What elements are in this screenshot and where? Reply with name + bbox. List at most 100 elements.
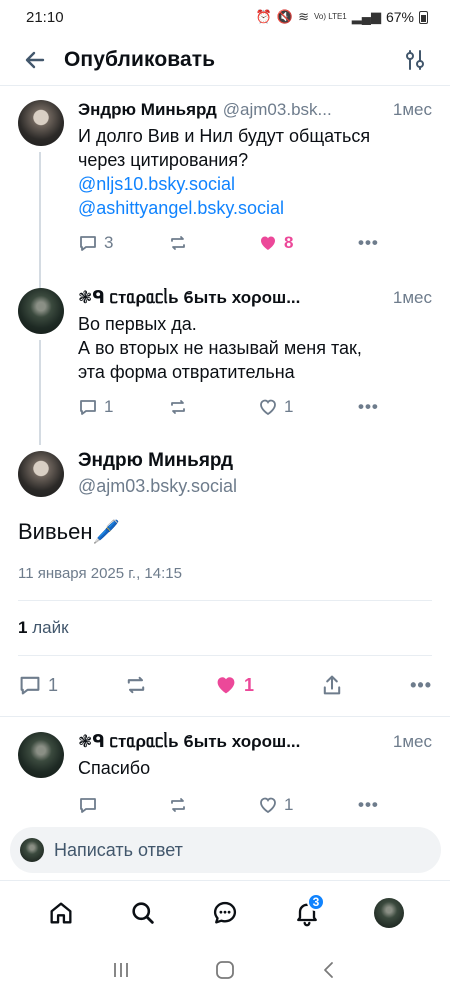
signal-icon: ▂▄▆ — [351, 9, 381, 24]
focused-post: Эндрю Миньярд @ajm03.bsky.social Вивьен🖊… — [0, 450, 450, 582]
post-actions: 1 ••• — [78, 794, 432, 816]
share-icon — [323, 675, 341, 695]
search-icon — [132, 901, 154, 924]
alarm-icon: ⏰ — [255, 9, 272, 24]
like-count: 1 — [284, 795, 294, 814]
thread-post[interactable]: Эндрю Миньярд @ajm03.bsk... 1мес И долго… — [0, 100, 450, 254]
reply-post[interactable]: ❃ᑫ ᥴᴛᥲρᥲᥴᥣь ϐыᴛь хоρош... 1мес Спасибо 1… — [0, 732, 450, 816]
sliders-icon — [406, 49, 424, 70]
thread-settings-button[interactable] — [400, 45, 430, 75]
post-date: 11 января 2025 г., 14:15 — [18, 565, 182, 582]
post-handle[interactable]: @ajm03.bsky.social — [78, 476, 237, 497]
reply-button[interactable]: 1 — [78, 397, 168, 417]
like-button[interactable]: 1 — [214, 673, 254, 697]
post-time: 1мес — [392, 288, 432, 307]
like-count: 1 — [244, 674, 255, 695]
avatar — [20, 838, 44, 862]
recent-apps-icon — [114, 962, 129, 977]
home-icon — [50, 902, 72, 923]
post-text: И долго Вив и Нил будут общаться через ц… — [78, 124, 432, 220]
reply-count: 1 — [104, 397, 114, 416]
repost-button[interactable] — [124, 673, 148, 697]
divider — [18, 655, 432, 656]
likes-label: лайк — [32, 618, 69, 637]
like-count: 8 — [284, 233, 294, 252]
more-icon: ••• — [358, 233, 379, 252]
repost-button[interactable] — [168, 233, 258, 253]
post-author[interactable]: Эндрю Миньярд — [78, 100, 217, 120]
nav-chat[interactable] — [203, 891, 247, 935]
post-author[interactable]: Эндрю Миньярд — [78, 450, 237, 472]
divider — [0, 716, 450, 717]
repost-button[interactable] — [168, 795, 258, 815]
avatar[interactable] — [18, 732, 64, 778]
reply-button[interactable]: 3 — [78, 233, 168, 253]
post-text-line: Во первых да. — [78, 314, 197, 334]
more-button[interactable]: ••• — [358, 795, 379, 815]
repost-icon — [171, 236, 185, 250]
more-icon: ••• — [358, 397, 379, 416]
like-button[interactable]: 1 — [258, 397, 358, 417]
repost-icon — [171, 798, 185, 812]
comment-icon — [80, 798, 96, 813]
post-handle[interactable]: @ajm03.bsk... — [223, 100, 387, 120]
chevron-left-icon — [323, 961, 333, 978]
like-button[interactable]: 1 — [258, 795, 358, 815]
like-button[interactable]: 8 — [258, 233, 358, 253]
repost-button[interactable] — [168, 397, 258, 417]
repost-icon — [171, 400, 185, 414]
likes-count: 1 — [18, 618, 28, 637]
home-system-button[interactable] — [214, 959, 236, 986]
battery-percent: 67% — [385, 9, 414, 25]
divider — [18, 600, 432, 601]
heart-outline-icon — [260, 797, 276, 814]
comment-icon — [80, 236, 96, 251]
more-button[interactable]: ••• — [358, 233, 379, 253]
status-icons: ⏰ 🔇 ≋ Vo) LTE1 ▂▄▆ 67% — [256, 9, 428, 25]
avatar[interactable] — [18, 288, 64, 334]
nav-notifications[interactable]: 3 — [285, 891, 329, 935]
post-actions: 3 8 ••• — [78, 232, 432, 254]
more-button[interactable]: ••• — [410, 675, 432, 696]
post-actions: 1 1 ••• — [78, 396, 432, 418]
reply-count: 3 — [104, 233, 114, 252]
reply-placeholder: Написать ответ — [54, 839, 183, 860]
reply-count: 1 — [48, 674, 59, 695]
post-author[interactable]: ❃ᑫ ᥴᴛᥲρᥲᥴᥣь ϐыᴛь хоρош... — [78, 288, 387, 308]
like-count: 1 — [284, 397, 294, 416]
nav-home[interactable] — [39, 891, 83, 935]
mention-link[interactable]: @nljs10.bsky.social — [78, 172, 432, 196]
share-button[interactable] — [320, 673, 344, 697]
wifi-icon: ≋ — [298, 9, 309, 24]
thread-post[interactable]: ❃ᑫ ᥴᴛᥲρᥲᥴᥣь ϐыᴛь хоρош... 1мес Во первых… — [0, 288, 450, 418]
heart-filled-icon — [261, 236, 275, 250]
home-circle-icon — [216, 960, 234, 979]
post-text-line: эта форма отвратительна — [78, 362, 295, 382]
chat-icon — [213, 901, 237, 923]
post-text-line: А во вторых не называй меня так, — [78, 338, 362, 358]
comment-icon — [80, 400, 96, 415]
status-bar: 21:10 ⏰ 🔇 ≋ Vo) LTE1 ▂▄▆ 67% — [0, 0, 450, 34]
post-text: Во первых да. А во вторых не называй мен… — [78, 312, 432, 384]
likes-summary[interactable]: 1 лайк — [18, 618, 69, 638]
comment-icon — [20, 676, 40, 695]
avatar[interactable] — [18, 100, 64, 146]
avatar[interactable] — [18, 450, 64, 497]
back-button[interactable] — [20, 45, 50, 75]
more-icon: ••• — [358, 795, 379, 814]
reply-button[interactable] — [78, 795, 168, 815]
more-button[interactable]: ••• — [358, 397, 379, 417]
repost-icon — [127, 676, 145, 694]
post-author[interactable]: ❃ᑫ ᥴᴛᥲρᥲᥴᥣь ϐыᴛь хоρош... — [78, 732, 387, 752]
post-time: 1мес — [392, 732, 432, 751]
reply-composer[interactable]: Написать ответ — [10, 827, 441, 873]
mention-link[interactable]: @ashittyangel.bsky.social — [78, 196, 432, 220]
nav-search[interactable] — [121, 891, 165, 935]
nav-profile[interactable] — [367, 891, 411, 935]
reply-button[interactable]: 1 — [18, 673, 58, 697]
more-icon: ••• — [410, 674, 432, 695]
back-system-button[interactable] — [319, 960, 339, 985]
post-text-line: через цитирования? — [78, 150, 249, 170]
post-text-line: И долго Вив и Нил будут общаться — [78, 126, 371, 146]
recent-apps-button[interactable] — [111, 961, 131, 984]
